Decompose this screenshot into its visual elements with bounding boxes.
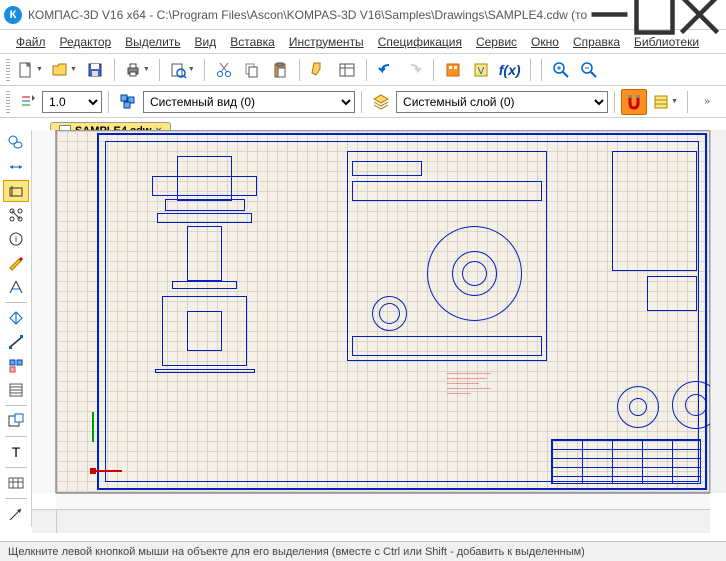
toolbar-grip[interactable]: [6, 59, 10, 81]
menu-view[interactable]: Вид: [189, 32, 223, 52]
report-tool[interactable]: [3, 379, 29, 401]
vertical-ruler[interactable]: [32, 130, 56, 493]
arrow-tool[interactable]: [3, 503, 29, 525]
horizontal-scrollbar[interactable]: [56, 510, 710, 533]
new-button[interactable]: ▼: [14, 57, 46, 83]
origin-icon: [90, 468, 96, 474]
zoom-out-button[interactable]: [576, 57, 602, 83]
horizontal-ruler[interactable]: [56, 493, 710, 509]
selection-tool[interactable]: [3, 132, 29, 154]
menu-bar: Файл Редактор Выделить Вид Вставка Инстр…: [0, 30, 726, 54]
drawing-canvas[interactable]: ～～～～～～～～～～～～～～～～～～～～～～～～～～～～～～～～～～～～～～～～…: [56, 130, 710, 493]
variables-button[interactable]: V: [468, 57, 494, 83]
toolbar-grip[interactable]: [6, 91, 10, 113]
drawing-notes: ～～～～～～～～～～～～～～～～～～～～～～～～～～～～～～～～～～～～～～～～…: [447, 371, 587, 401]
format-painter-button[interactable]: [306, 57, 332, 83]
zoom-in-button[interactable]: [548, 57, 574, 83]
window-title: КОМПАС-3D V16 x64 - C:\Program Files\Asc…: [28, 8, 587, 22]
left-tool-panel: i T: [0, 130, 32, 527]
state-select[interactable]: 1.0: [42, 91, 102, 113]
layer-select[interactable]: Системный слой (0): [396, 91, 608, 113]
geometry-tool[interactable]: [3, 180, 29, 202]
paste-button[interactable]: [267, 57, 293, 83]
text-tool[interactable]: i: [3, 228, 29, 250]
open-button[interactable]: ▼: [48, 57, 80, 83]
drawing-area: ～～～～～～～～～～～～～～～～～～～～～～～～～～～～～～～～～～～～～～～～…: [32, 130, 726, 533]
edit-tool[interactable]: [3, 252, 29, 274]
layers-button[interactable]: [368, 89, 394, 115]
menu-service[interactable]: Сервис: [470, 32, 523, 52]
spec-tool[interactable]: [3, 355, 29, 377]
close-button[interactable]: [677, 1, 722, 29]
maximize-button[interactable]: [632, 1, 677, 29]
views-button[interactable]: [115, 89, 141, 115]
save-button[interactable]: [82, 57, 108, 83]
svg-text:V: V: [477, 66, 484, 77]
properties-button[interactable]: [334, 57, 360, 83]
preview-button[interactable]: ▼: [166, 57, 198, 83]
table-tool[interactable]: [3, 472, 29, 494]
title-block: [551, 439, 701, 484]
y-axis-icon: [92, 412, 94, 442]
copy-button[interactable]: [239, 57, 265, 83]
menu-insert[interactable]: Вставка: [224, 32, 281, 52]
undo-button[interactable]: [373, 57, 399, 83]
menu-libraries[interactable]: Библиотеки: [628, 32, 705, 52]
minimize-button[interactable]: [587, 1, 632, 29]
svg-text:i: i: [15, 235, 17, 244]
status-bar: Щелкните левой кнопкой мыши на объекте д…: [0, 541, 726, 561]
menu-tools[interactable]: Инструменты: [283, 32, 370, 52]
designation-tool[interactable]: [3, 204, 29, 226]
main-toolbar: ▼ ▼ ▼ ▼ V f(x): [0, 54, 726, 86]
cut-button[interactable]: [211, 57, 237, 83]
redo-button[interactable]: [401, 57, 427, 83]
view-toolbar: 1.0 Системный вид (0) Системный слой (0)…: [0, 86, 726, 118]
view-name-select[interactable]: Системный вид (0): [143, 91, 355, 113]
text-label-tool[interactable]: T: [3, 441, 29, 463]
x-axis-icon: [92, 470, 122, 472]
snap-settings-button[interactable]: ▼: [649, 89, 681, 115]
app-icon: К: [4, 6, 22, 24]
vertical-scrollbar[interactable]: [710, 130, 726, 493]
snap-button[interactable]: [621, 89, 647, 115]
status-text: Щелкните левой кнопкой мыши на объекте д…: [8, 546, 585, 558]
insert-view-tool[interactable]: [3, 410, 29, 432]
states-button[interactable]: [14, 89, 40, 115]
fx-button[interactable]: f(x): [496, 57, 524, 83]
print-button[interactable]: ▼: [121, 57, 153, 83]
menu-file[interactable]: Файл: [10, 32, 52, 52]
title-bar: К КОМПАС-3D V16 x64 - C:\Program Files\A…: [0, 0, 726, 30]
menu-window[interactable]: Окно: [525, 32, 565, 52]
svg-text:T: T: [11, 444, 20, 460]
line-tool[interactable]: [3, 331, 29, 353]
menu-spec[interactable]: Спецификация: [372, 32, 468, 52]
menu-edit[interactable]: Редактор: [54, 32, 118, 52]
library-manager-button[interactable]: [440, 57, 466, 83]
dimension-tool[interactable]: [3, 156, 29, 178]
more-button[interactable]: »: [694, 89, 720, 115]
parametric-tool[interactable]: [3, 276, 29, 298]
menu-select[interactable]: Выделить: [119, 32, 186, 52]
measure-tool[interactable]: [3, 307, 29, 329]
menu-help[interactable]: Справка: [567, 32, 626, 52]
